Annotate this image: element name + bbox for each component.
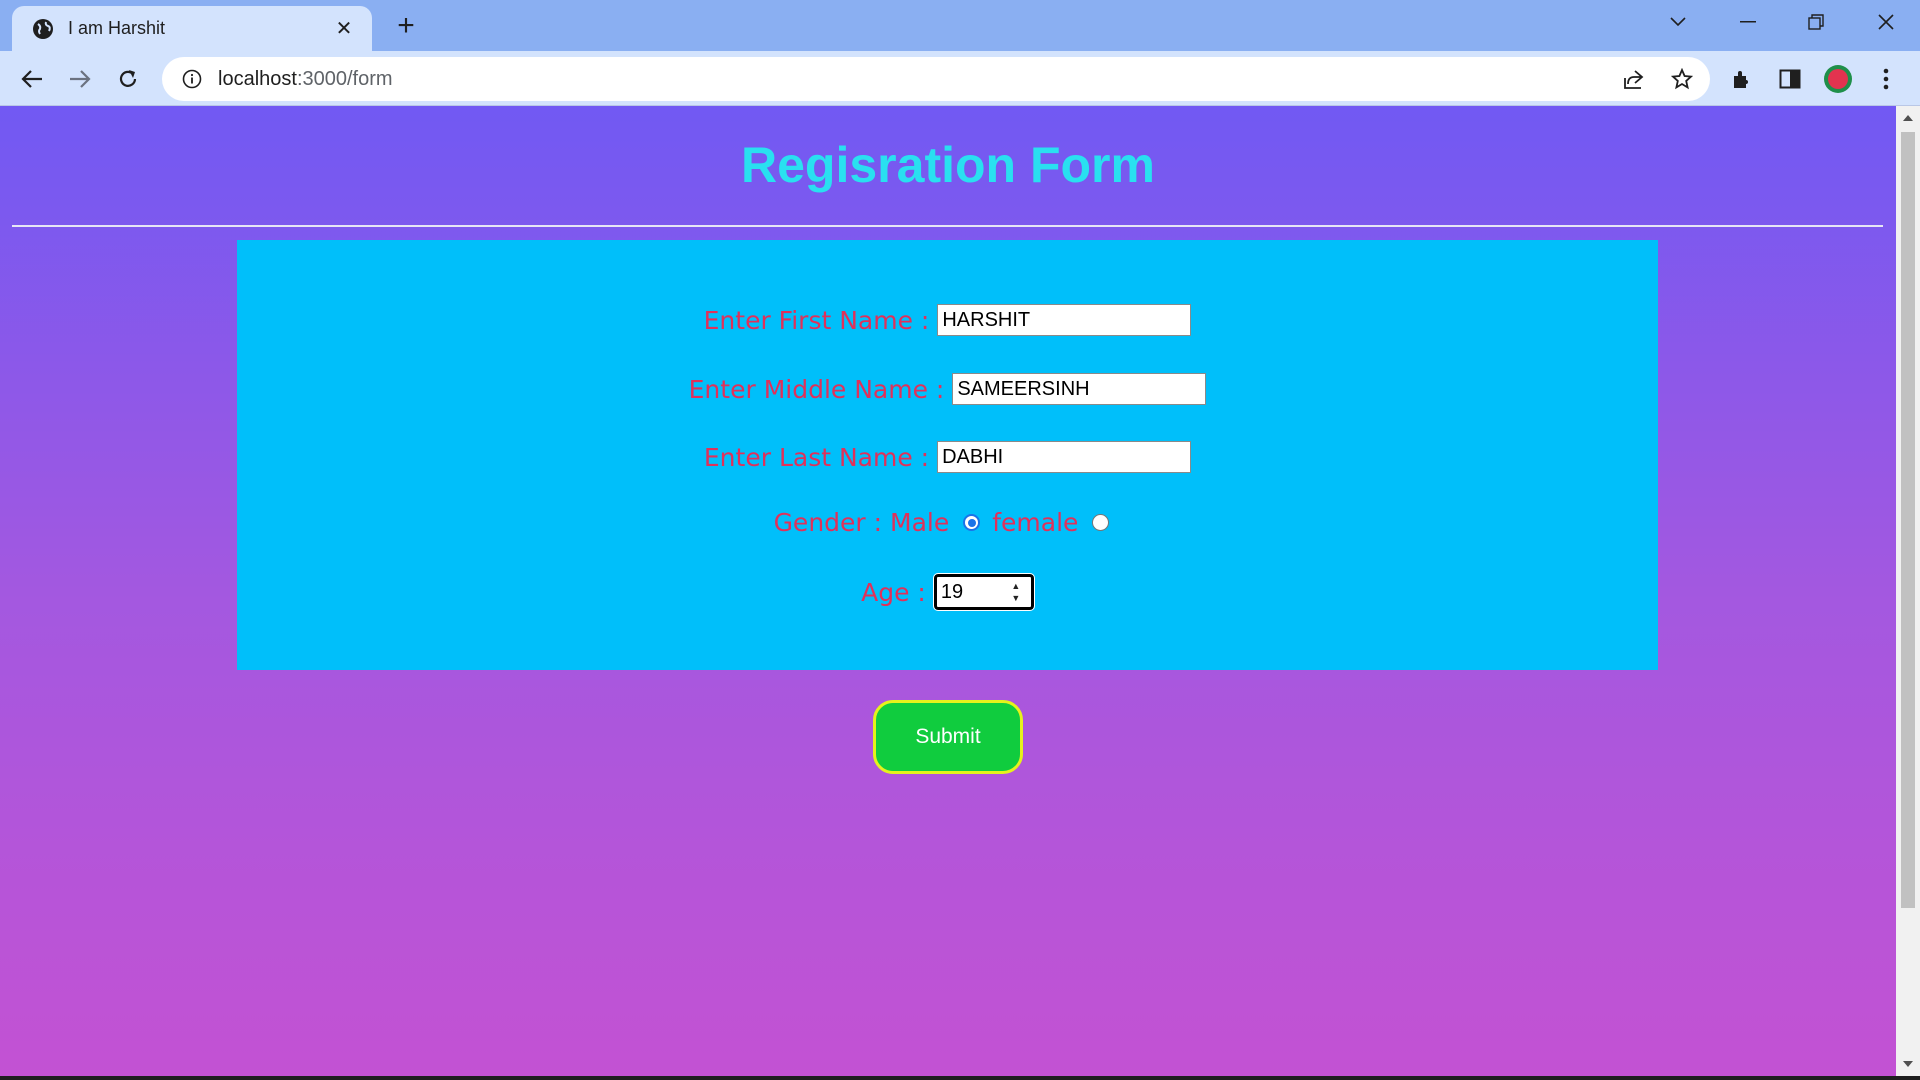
url-host: localhost xyxy=(218,67,297,90)
last-name-label: Enter Last Name : xyxy=(703,442,930,472)
profile-avatar-icon[interactable] xyxy=(1820,61,1856,97)
new-tab-icon[interactable]: + xyxy=(390,9,422,42)
registration-form: Enter First Name : HARSHIT Enter Middle … xyxy=(237,240,1658,670)
bookmark-star-icon[interactable] xyxy=(1664,61,1700,97)
close-window-icon[interactable] xyxy=(1856,0,1916,44)
menu-kebab-icon[interactable] xyxy=(1868,61,1904,97)
scroll-up-arrow-icon[interactable] xyxy=(1896,108,1920,128)
page-title: Regisration Form xyxy=(741,137,1155,193)
browser-toolbar: localhost:3000/form xyxy=(0,51,1920,106)
age-spinner[interactable]: ▲ ▼ xyxy=(1009,581,1023,603)
gender-row: Gender : Male female xyxy=(237,508,1658,537)
female-radio[interactable] xyxy=(1092,514,1110,531)
side-panel-icon[interactable] xyxy=(1772,61,1808,97)
middle-name-label: Enter Middle Name : xyxy=(688,374,945,404)
gender-male-label: Gender : Male xyxy=(773,508,950,537)
reload-icon[interactable] xyxy=(110,61,146,97)
spin-down-icon[interactable]: ▼ xyxy=(1011,593,1020,603)
first-name-label: Enter First Name : xyxy=(703,305,930,335)
site-info-icon[interactable] xyxy=(180,67,204,91)
forward-icon[interactable] xyxy=(62,61,98,97)
age-value: 19 xyxy=(940,580,964,603)
tab-title: I am Harshit xyxy=(68,18,166,38)
window-bottom-edge xyxy=(0,1076,1920,1080)
address-bar[interactable]: localhost:3000/form xyxy=(162,57,1710,101)
male-radio[interactable] xyxy=(963,514,981,531)
last-name-input[interactable]: DABHI xyxy=(937,441,1192,473)
age-label: Age : xyxy=(861,577,926,607)
scroll-down-arrow-icon[interactable] xyxy=(1896,1054,1920,1074)
middle-name-input[interactable]: SAMEERSINH xyxy=(952,373,1207,405)
vertical-scrollbar[interactable] xyxy=(1896,106,1920,1076)
globe-icon xyxy=(32,18,54,40)
age-row: Age : 19 ▲ ▼ xyxy=(237,573,1658,611)
first-name-input[interactable]: HARSHIT xyxy=(937,304,1192,336)
female-label: female xyxy=(992,508,1079,537)
back-icon[interactable] xyxy=(14,61,50,97)
age-number-input[interactable]: 19 ▲ ▼ xyxy=(932,573,1035,611)
middle-name-row: Enter Middle Name : SAMEERSINH xyxy=(237,373,1658,405)
last-name-row: Enter Last Name : DABHI xyxy=(237,441,1658,473)
url-path: :3000/form xyxy=(296,67,393,90)
active-tab[interactable]: I am Harshit ✕ xyxy=(12,6,372,51)
share-icon[interactable] xyxy=(1616,61,1652,97)
scroll-thumb[interactable] xyxy=(1901,132,1915,908)
restore-icon[interactable] xyxy=(1786,0,1846,44)
tab-search-icon[interactable] xyxy=(1648,0,1708,44)
divider xyxy=(12,225,1883,227)
tab-strip: I am Harshit ✕ + xyxy=(0,0,1920,51)
minimize-icon[interactable] xyxy=(1718,0,1778,44)
spin-up-icon[interactable]: ▲ xyxy=(1011,581,1020,591)
tab-close-icon[interactable]: ✕ xyxy=(332,17,356,41)
page-viewport: Regisration Form Enter First Name : HARS… xyxy=(0,106,1896,1076)
first-name-row: Enter First Name : HARSHIT xyxy=(237,304,1658,336)
submit-button[interactable]: Submit xyxy=(873,700,1023,774)
extensions-icon[interactable] xyxy=(1724,61,1760,97)
